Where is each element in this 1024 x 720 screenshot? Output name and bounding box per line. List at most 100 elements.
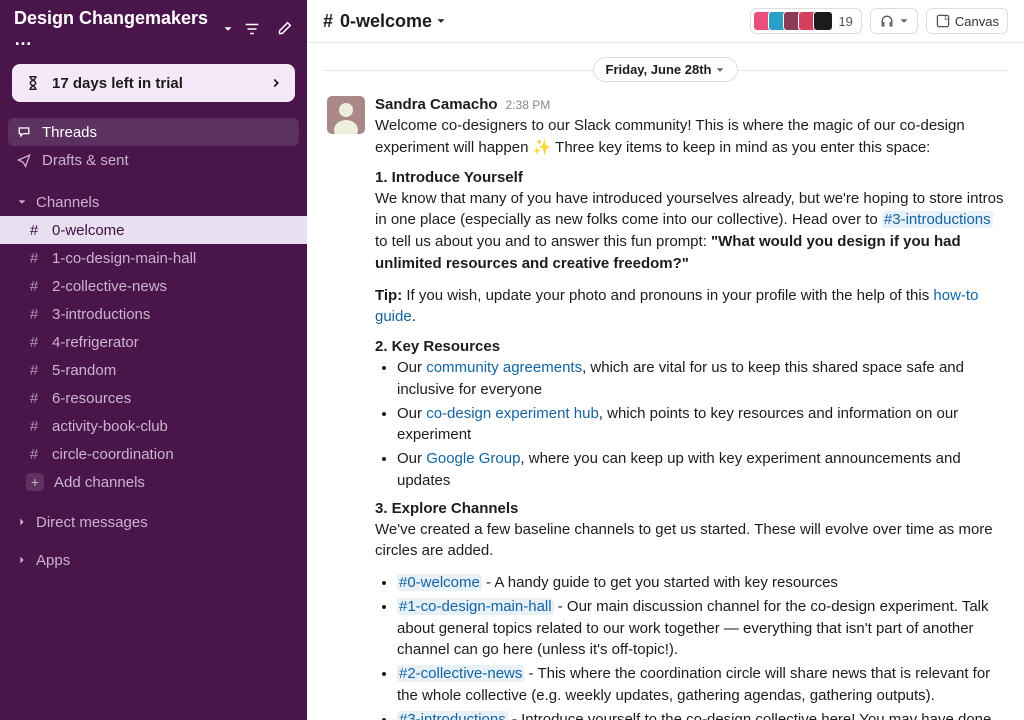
message-text: Welcome co-designers to our Slack commun… [375, 115, 1004, 159]
channel-3-introductions[interactable]: # 3-introductions [0, 300, 307, 328]
link-google-group[interactable]: Google Group [426, 450, 520, 467]
message-text: We've created a few baseline channels to… [375, 519, 1004, 563]
channel-link[interactable]: #1-co-design-main-hall [397, 598, 554, 615]
message-time: 2:38 PM [506, 98, 551, 112]
date-divider: Friday, June 28th [307, 57, 1024, 82]
hash-icon: # [26, 418, 42, 435]
link-community-agreements[interactable]: community agreements [426, 359, 582, 376]
hash-icon: # [26, 446, 42, 463]
hash-icon: # [26, 362, 42, 379]
sidebar: Design Changemakers … 17 days left in tr… [0, 0, 307, 720]
headphones-icon [879, 13, 895, 29]
heading: 2. Key Resources [375, 338, 1004, 355]
channel-name: 1-co-design-main-hall [52, 250, 196, 267]
nav-label: Threads [42, 124, 97, 141]
trial-banner[interactable]: 17 days left in trial [12, 64, 295, 102]
list-item: Our community agreements, which are vita… [397, 357, 1004, 401]
hash-icon: # [26, 278, 42, 295]
date-label: Friday, June 28th [606, 62, 712, 77]
channel-5-random[interactable]: # 5-random [0, 356, 307, 384]
channel-header: # 0-welcome 19 Canvas [307, 0, 1024, 43]
hash-icon: # [26, 250, 42, 267]
caret-right-icon [14, 555, 30, 565]
channel-title: 0-welcome [340, 11, 432, 32]
add-channels[interactable]: + Add channels [0, 468, 307, 496]
caret-down-icon [14, 197, 30, 207]
channel-name: 5-random [52, 362, 116, 379]
workspace-switcher[interactable]: Design Changemakers … [14, 8, 235, 50]
date-jump-button[interactable]: Friday, June 28th [593, 57, 739, 82]
channel-4-refrigerator[interactable]: # 4-refrigerator [0, 328, 307, 356]
trial-text: 17 days left in trial [52, 75, 259, 92]
chevron-right-icon [269, 76, 283, 90]
chevron-down-icon [899, 16, 909, 26]
message: Sandra Camacho 2:38 PM Welcome co-design… [307, 92, 1024, 720]
hash-icon: # [26, 306, 42, 323]
author-avatar[interactable] [327, 96, 365, 134]
main-area: # 0-welcome 19 Canvas [307, 0, 1024, 720]
chevron-down-icon [221, 22, 235, 36]
send-icon [16, 152, 32, 168]
channel-link[interactable]: #0-welcome [397, 574, 482, 591]
hash-icon: # [323, 11, 338, 32]
canvas-button[interactable]: Canvas [926, 8, 1008, 34]
channel-link[interactable]: #2-collective-news [397, 665, 524, 682]
channel-activity-book-club[interactable]: # activity-book-club [0, 412, 307, 440]
apps-section-header[interactable]: Apps [0, 546, 307, 574]
channel-name: 3-introductions [52, 306, 150, 323]
filter-icon[interactable] [243, 20, 261, 38]
heading: 3. Explore Channels [375, 500, 1004, 517]
nav-label: Drafts & sent [42, 152, 129, 169]
huddle-button[interactable] [870, 8, 918, 34]
heading: 1. Introduce Yourself [375, 169, 1004, 186]
channels-section-header[interactable]: Channels [0, 188, 307, 216]
nav-threads[interactable]: Threads [8, 118, 299, 146]
nav-drafts[interactable]: Drafts & sent [0, 146, 307, 174]
chevron-down-icon [434, 14, 448, 28]
hash-icon: # [26, 222, 42, 239]
members-button[interactable]: 19 [750, 8, 861, 34]
list-item: Our Google Group, where you can keep up … [397, 448, 1004, 492]
section-label: Channels [36, 194, 99, 211]
message-text: We know that many of you have introduced… [375, 188, 1004, 275]
channel-circle-coordination[interactable]: # circle-coordination [0, 440, 307, 468]
member-count: 19 [838, 14, 852, 29]
channel-name: 2-collective-news [52, 278, 167, 295]
message-text: Tip: If you wish, update your photo and … [375, 285, 1004, 329]
list-item: #3-introductions - Introduce yourself to… [397, 709, 1004, 720]
channel-name: activity-book-club [52, 418, 168, 435]
channel-link[interactable]: #3-introductions [397, 711, 508, 720]
canvas-label: Canvas [955, 14, 999, 29]
channel-title-button[interactable]: # 0-welcome [323, 11, 448, 32]
channel-1-co-design-main-hall[interactable]: # 1-co-design-main-hall [0, 244, 307, 272]
workspace-header: Design Changemakers … [0, 0, 307, 56]
channel-name: 0-welcome [52, 222, 125, 239]
section-label: Apps [36, 552, 70, 569]
list-item: #0-welcome - A handy guide to get you st… [397, 572, 1004, 594]
hash-icon: # [26, 334, 42, 351]
channel-name: circle-coordination [52, 446, 174, 463]
message-list: Friday, June 28th Sandra Camacho 2:38 PM… [307, 43, 1024, 720]
channel-6-resources[interactable]: # 6-resources [0, 384, 307, 412]
list-item: Our co-design experiment hub, which poin… [397, 403, 1004, 447]
avatar [813, 11, 833, 31]
caret-right-icon [14, 517, 30, 527]
chevron-down-icon [715, 65, 725, 75]
dm-section-header[interactable]: Direct messages [0, 508, 307, 536]
channel-name: 6-resources [52, 390, 131, 407]
hourglass-icon [24, 74, 42, 92]
workspace-title: Design Changemakers … [14, 8, 217, 50]
section-label: Direct messages [36, 514, 148, 531]
channel-2-collective-news[interactable]: # 2-collective-news [0, 272, 307, 300]
list-item: #1-co-design-main-hall - Our main discus… [397, 596, 1004, 661]
channel-name: 4-refrigerator [52, 334, 139, 351]
compose-icon[interactable] [275, 20, 293, 38]
author-name[interactable]: Sandra Camacho [375, 96, 498, 113]
canvas-icon [935, 13, 951, 29]
channel-link[interactable]: #3-introductions [882, 211, 993, 228]
plus-icon: + [26, 473, 44, 491]
link-experiment-hub[interactable]: co-design experiment hub [426, 405, 599, 422]
channel-0-welcome[interactable]: # 0-welcome [0, 216, 307, 244]
threads-icon [16, 124, 32, 140]
add-channels-label: Add channels [54, 474, 145, 491]
